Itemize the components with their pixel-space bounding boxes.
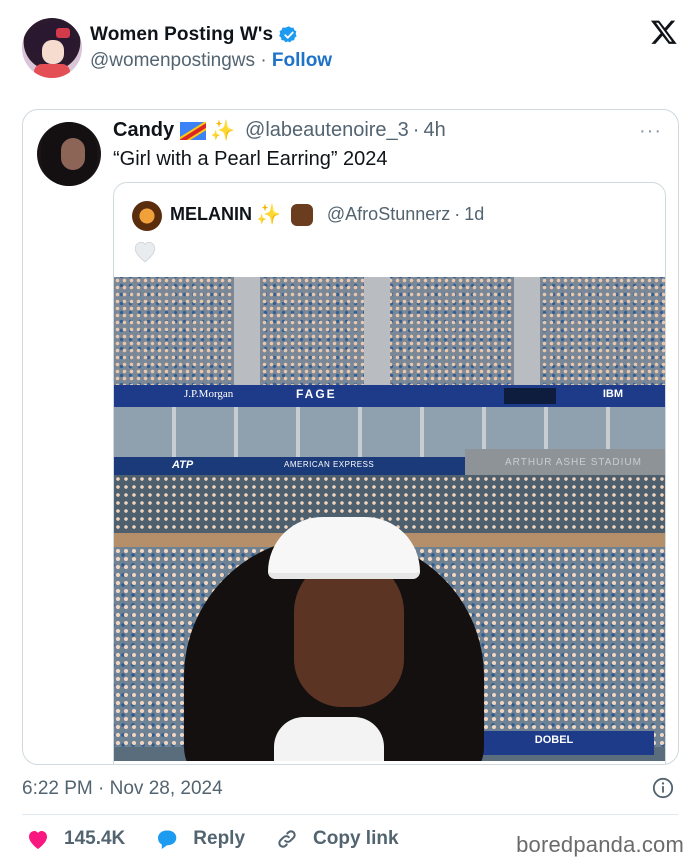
stand-stairway (234, 277, 260, 387)
stadium-sign: ARTHUR ASHE STADIUM (465, 449, 665, 475)
dobel-banner: DOBEL (454, 731, 654, 755)
quoted-author-name[interactable]: Candy (113, 119, 174, 142)
inner-author-name[interactable]: MELANIN (170, 204, 252, 225)
reply-label: Reply (193, 828, 246, 849)
amex-logo: AMERICAN EXPRESS (284, 460, 375, 469)
quoted-separator: · (412, 119, 420, 141)
boredpanda-watermark: boredpanda.com (516, 832, 684, 857)
scoreboard (504, 388, 556, 404)
stadium-photo[interactable]: J.P.Morgan FAGE IBM ATP AMERICAN EXPRESS… (114, 277, 665, 761)
jpmorgan-logo: J.P.Morgan (184, 388, 234, 400)
quoted-post-card[interactable]: Candy ✨ @labeautenoire_3 · 4h ··· “Girl … (22, 109, 679, 765)
avatar-ribbon (56, 28, 70, 38)
action-bar: 145.4K Reply Copy link (26, 828, 429, 850)
stand-stairway (364, 277, 390, 387)
white-headband (268, 517, 420, 579)
woman-portrait (184, 517, 484, 761)
like-button[interactable]: 145.4K (26, 828, 125, 850)
verified-badge-icon (279, 26, 297, 43)
copy-link-button[interactable]: Copy link (275, 828, 399, 850)
more-options-icon[interactable]: ··· (639, 120, 662, 143)
quoted-time[interactable]: 4h (423, 119, 445, 142)
inner-time[interactable]: 1d (464, 204, 484, 225)
atp-logo: ATP (172, 459, 194, 471)
post-timestamp[interactable]: 6:22 PM · Nov 28, 2024 (22, 778, 223, 800)
author-name-row[interactable]: Women Posting W's (90, 24, 299, 46)
post-header: Women Posting W's @womenpostingws · Foll… (22, 18, 682, 78)
like-count: 145.4K (64, 828, 126, 849)
portrait-face (294, 557, 404, 707)
inner-author-avatar[interactable] (132, 201, 162, 231)
stand-stairway (514, 277, 540, 387)
reply-bubble-icon (158, 830, 177, 849)
inner-post-header: MELANIN ✨ @AfroStunnerz · 1d (170, 202, 484, 227)
info-icon[interactable] (652, 777, 674, 799)
congo-flag-icon (180, 121, 207, 140)
follow-button[interactable]: Follow (272, 50, 332, 71)
author-handle-line: @womenpostingws · Follow (90, 50, 332, 72)
copy-link-label: Copy link (313, 828, 399, 849)
author-display-name[interactable]: Women Posting W's (90, 24, 273, 46)
white-heart-icon (134, 241, 156, 263)
heart-icon (29, 831, 47, 849)
avatar-face (42, 40, 64, 64)
quoted-author-handle[interactable]: @labeautenoire_3 (245, 119, 409, 142)
handle-separator: · (260, 50, 267, 71)
author-avatar[interactable] (22, 18, 82, 78)
sponsor-banner-lower: ATP AMERICAN EXPRESS ARTHUR ASHE STADIUM (114, 449, 665, 475)
sponsor-banner-upper: J.P.Morgan FAGE IBM (114, 385, 665, 407)
x-logo-icon[interactable] (650, 18, 678, 46)
inner-author-handle[interactable]: @AfroStunnerz (327, 204, 450, 225)
ibm-logo: IBM (602, 388, 623, 400)
inner-quoted-post-card[interactable]: MELANIN ✨ @AfroStunnerz · 1d J.P.Morgan … (113, 182, 666, 764)
quoted-post-header: Candy ✨ @labeautenoire_3 · 4h (113, 118, 446, 143)
inner-separator: · (454, 204, 461, 224)
quoted-avatar-face (61, 138, 85, 170)
inner-sparkles-icon: ✨ (256, 204, 281, 226)
avatar-collar (34, 64, 70, 78)
link-icon (278, 830, 296, 848)
author-handle[interactable]: @womenpostingws (90, 50, 255, 71)
fage-logo: FAGE (296, 387, 337, 401)
reply-button[interactable]: Reply (155, 828, 245, 850)
quoted-author-avatar[interactable] (37, 122, 101, 186)
raised-fist-icon (290, 203, 313, 226)
quoted-post-text: “Girl with a Pearl Earring” 2024 (113, 148, 388, 170)
white-top (274, 717, 384, 761)
footer-divider (22, 814, 678, 815)
sparkles-icon: ✨ (210, 120, 236, 142)
